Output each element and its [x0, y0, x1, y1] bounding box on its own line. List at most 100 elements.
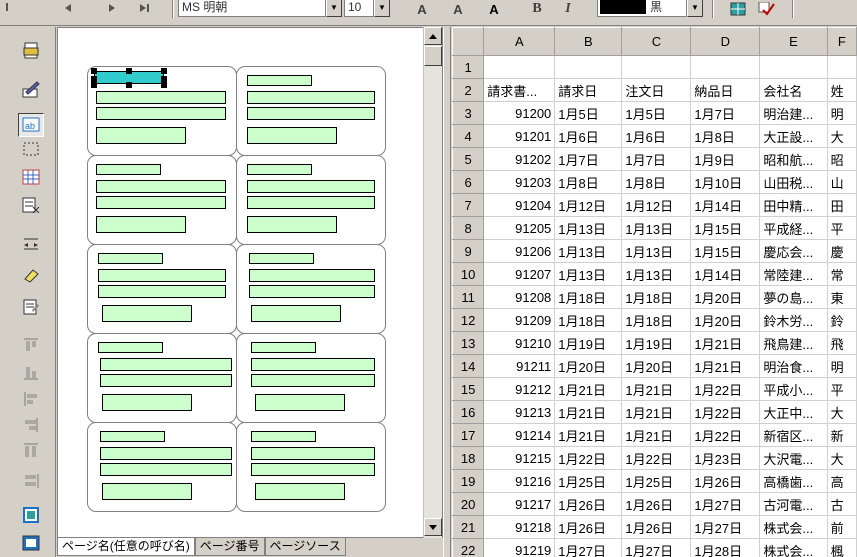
cell[interactable]: [621, 55, 692, 79]
font-name-dropdown[interactable]: ▼: [326, 0, 342, 17]
align-left-icon[interactable]: [18, 387, 44, 411]
cell[interactable]: 慶: [826, 239, 857, 263]
select-rect-icon[interactable]: [18, 137, 44, 161]
text-field[interactable]: [247, 164, 312, 175]
align-bottom-icon[interactable]: [18, 361, 44, 385]
bold-button[interactable]: B: [527, 0, 547, 20]
font-size-dropdown[interactable]: ▼: [374, 0, 390, 17]
scroll-up-arrow[interactable]: [424, 27, 442, 45]
text-field[interactable]: [247, 196, 375, 209]
cell[interactable]: 昭: [826, 147, 857, 171]
text-field[interactable]: [247, 107, 375, 120]
text-field[interactable]: [247, 127, 337, 144]
row-header[interactable]: 11: [452, 285, 485, 309]
cell[interactable]: 1月22日: [621, 446, 692, 470]
cell[interactable]: 常: [826, 262, 857, 286]
cell[interactable]: 姓: [826, 78, 857, 102]
cell[interactable]: 1月10日: [690, 170, 761, 194]
zoom-page-icon[interactable]: [18, 531, 44, 555]
cell[interactable]: 1月25日: [621, 469, 692, 493]
cell[interactable]: 大: [826, 446, 857, 470]
cell[interactable]: 91213: [483, 400, 556, 424]
same-height-icon[interactable]: [18, 439, 44, 463]
text-field[interactable]: [96, 107, 226, 120]
cell[interactable]: 1月8日: [621, 170, 692, 194]
cell[interactable]: 株式会...: [759, 515, 828, 539]
align-top-icon[interactable]: [18, 333, 44, 357]
text-field[interactable]: [247, 180, 375, 193]
column-header[interactable]: D: [690, 27, 761, 56]
cell[interactable]: 大沢電...: [759, 446, 828, 470]
text-field[interactable]: [96, 216, 186, 233]
text-field[interactable]: [100, 431, 165, 442]
tab-page-number[interactable]: ページ番号: [194, 538, 265, 556]
text-field[interactable]: [102, 305, 192, 322]
cell[interactable]: 1月22日: [690, 423, 761, 447]
cell[interactable]: 飛鳥建...: [759, 331, 828, 355]
cell[interactable]: 常陸建...: [759, 262, 828, 286]
cell[interactable]: 91216: [483, 469, 556, 493]
cell[interactable]: 91211: [483, 354, 556, 378]
label-card[interactable]: [87, 66, 237, 156]
edit-pencil-icon[interactable]: [18, 77, 44, 101]
grow-font-button[interactable]: A: [412, 0, 432, 20]
row-header[interactable]: 15: [452, 377, 485, 401]
cell[interactable]: 平: [826, 216, 857, 240]
text-field[interactable]: [247, 216, 337, 233]
resize-handle[interactable]: [91, 68, 97, 74]
text-field[interactable]: [98, 269, 226, 282]
last-page-icon[interactable]: [134, 0, 156, 20]
cell[interactable]: [690, 55, 761, 79]
cell[interactable]: 1月21日: [621, 423, 692, 447]
label-card[interactable]: [87, 244, 237, 334]
cell[interactable]: 1月19日: [621, 331, 692, 355]
cell[interactable]: 1月21日: [621, 400, 692, 424]
cell[interactable]: 91203: [483, 170, 556, 194]
row-header[interactable]: 8: [452, 216, 485, 240]
font-size-field[interactable]: 10: [344, 0, 374, 17]
row-header[interactable]: 17: [452, 423, 485, 447]
cell[interactable]: 大: [826, 124, 857, 148]
italic-button[interactable]: I: [558, 0, 578, 20]
label-card[interactable]: [87, 155, 237, 245]
table-tool-icon[interactable]: [18, 165, 44, 189]
column-header[interactable]: B: [554, 27, 623, 56]
row-header[interactable]: 13: [452, 331, 485, 355]
cell[interactable]: 東: [826, 285, 857, 309]
row-header[interactable]: 6: [452, 170, 485, 194]
cell[interactable]: 1月27日: [690, 492, 761, 516]
scroll-thumb[interactable]: [424, 46, 442, 66]
cell[interactable]: 1月20日: [554, 354, 623, 378]
cell[interactable]: 1月7日: [621, 147, 692, 171]
text-field[interactable]: [96, 180, 226, 193]
column-header[interactable]: C: [621, 27, 692, 56]
cell[interactable]: 慶応会...: [759, 239, 828, 263]
label-card[interactable]: [87, 422, 237, 512]
cell[interactable]: 1月8日: [554, 170, 623, 194]
cell[interactable]: 91218: [483, 515, 556, 539]
resize-handle[interactable]: [91, 82, 97, 88]
resize-handle[interactable]: [161, 68, 167, 74]
cell[interactable]: 昭和航...: [759, 147, 828, 171]
cell[interactable]: 1月12日: [554, 193, 623, 217]
resize-handle[interactable]: [126, 82, 132, 88]
text-field[interactable]: [249, 269, 375, 282]
cell[interactable]: 明治建...: [759, 101, 828, 125]
font-name-field[interactable]: MS 明朝: [178, 0, 326, 17]
cell[interactable]: 1月26日: [621, 492, 692, 516]
cell[interactable]: 平成経...: [759, 216, 828, 240]
resize-handle[interactable]: [126, 68, 132, 74]
font-color-button[interactable]: A: [484, 0, 504, 20]
cell[interactable]: 91205: [483, 216, 556, 240]
row-header[interactable]: 3: [452, 101, 485, 125]
column-header[interactable]: F: [826, 27, 857, 56]
cell[interactable]: 会社名: [759, 78, 828, 102]
designer-vertical-scrollbar[interactable]: [423, 27, 442, 538]
text-field[interactable]: [251, 431, 316, 442]
page-setup-icon[interactable]: [18, 39, 44, 63]
text-field[interactable]: [96, 91, 226, 104]
cell[interactable]: 1月26日: [621, 515, 692, 539]
text-field[interactable]: [98, 285, 226, 298]
cell[interactable]: 1月13日: [621, 262, 692, 286]
label-card[interactable]: [236, 244, 386, 334]
